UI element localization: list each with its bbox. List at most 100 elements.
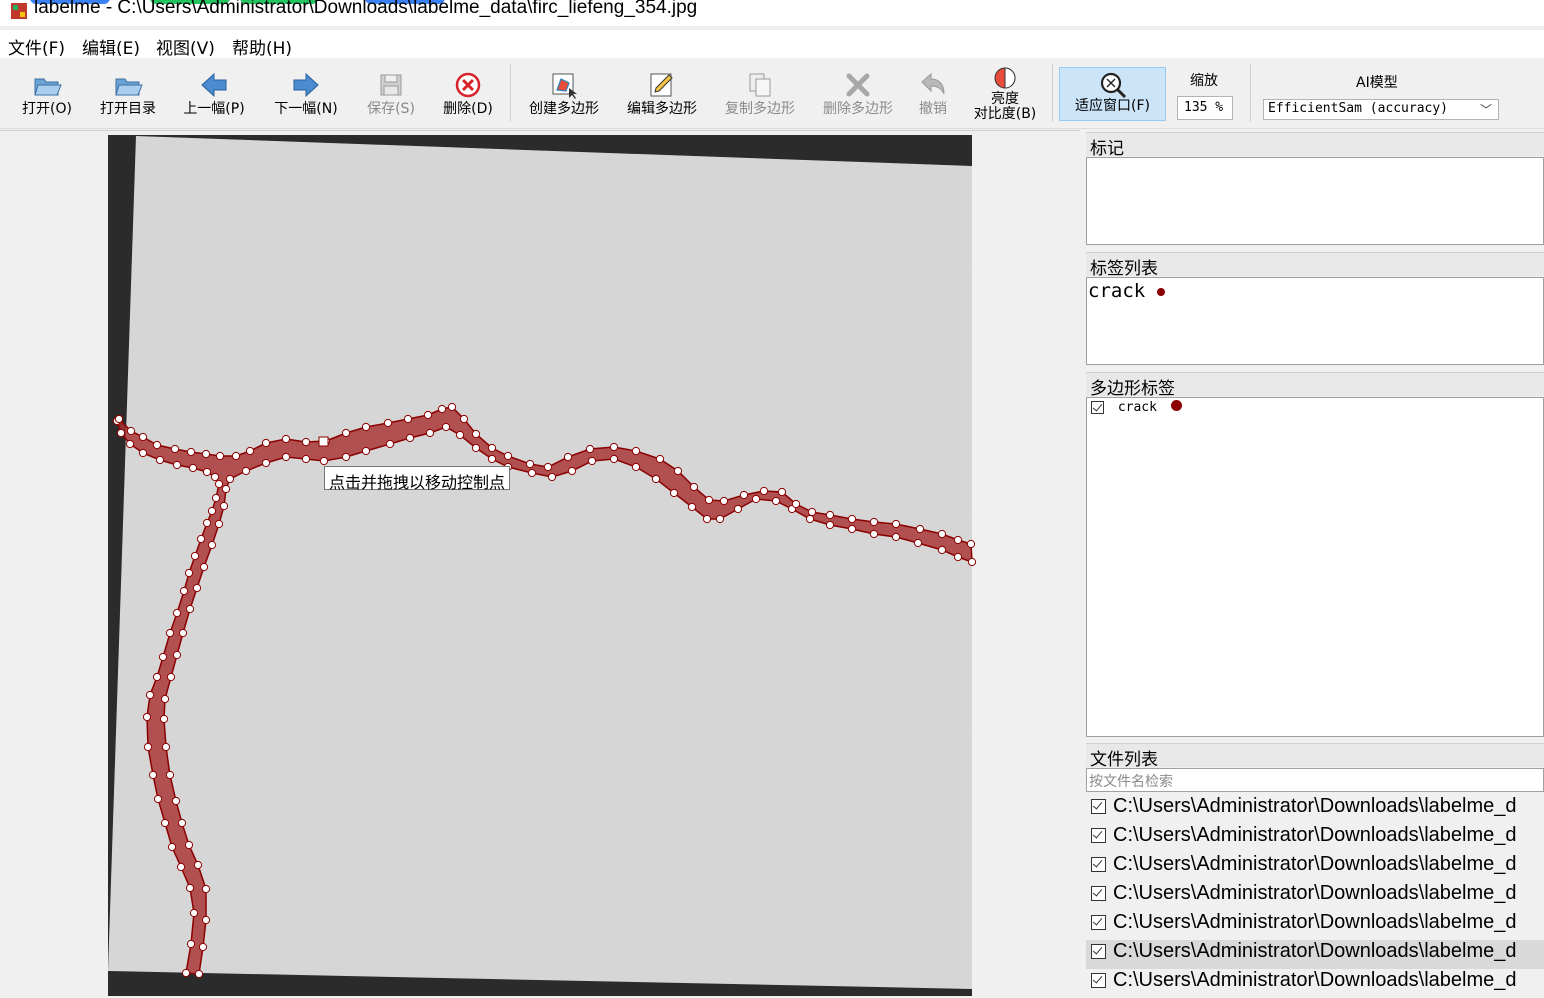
polygon-vertex-handle[interactable] [447,402,457,412]
polygon-vertex-handle[interactable] [455,430,465,440]
polygon-vertex-handle[interactable] [771,496,781,506]
polygon-vertex-handle[interactable] [487,454,497,464]
polygon-vertex-handle[interactable] [609,442,619,452]
polygon-vertex-handle[interactable] [503,451,513,461]
polygon-vertex-handle[interactable] [869,529,879,539]
polygon-vertex-handle[interactable] [185,604,195,614]
image-canvas[interactable] [0,131,1080,996]
polygon-vertex-handle[interactable] [201,915,211,925]
polygon-vertex-handle[interactable] [655,454,665,464]
polygon-vertex-handle[interactable] [148,770,158,780]
fit-window-button[interactable]: 适应窗口(F) [1059,67,1166,121]
polygon-vertex-handle[interactable] [937,545,947,555]
delete-file-button[interactable]: 删除(D) [436,64,500,126]
polygon-vertex-handle[interactable] [361,446,371,456]
polygon-vertex-handle[interactable] [585,444,595,454]
menu-edit[interactable]: 编辑(E) [82,34,140,59]
polygon-vertex-handle[interactable] [425,428,435,438]
polygon-vertex-handle[interactable] [241,466,251,476]
polygon-vertex-handle[interactable] [441,422,451,432]
polygon-vertex-handle[interactable] [184,840,194,850]
polygon-vertex-handle[interactable] [160,818,170,828]
polygon-vertex-handle[interactable] [739,490,749,500]
polygon-vertex-handle[interactable] [733,504,743,514]
polygon-vertex-handle[interactable] [891,519,901,529]
file-search-input[interactable]: 按文件名检索 [1086,768,1544,792]
polygon-vertex-handle[interactable] [869,517,879,527]
polygon-vertex-handle[interactable] [609,454,619,464]
file-list-item-selected[interactable]: C:\Users\Administrator\Downloads\labelme… [1086,940,1544,969]
polygon-vertex-handle[interactable] [715,514,725,524]
polygon-vertex-handle[interactable] [178,628,188,638]
polygon-vertex-handle[interactable] [825,520,835,530]
file-list-item[interactable]: C:\Users\Administrator\Downloads\labelme… [1086,795,1544,824]
polygon-vertex-handle[interactable] [189,908,199,918]
polygon-vertex-handle[interactable] [385,439,395,449]
menu-view[interactable]: 视图(V) [156,34,215,59]
polygon-vertex-handle[interactable] [967,557,977,567]
polygon-vertex-handle[interactable] [261,438,271,448]
polygon-vertex-handle[interactable] [186,939,196,949]
polygon-vertex-handle[interactable] [805,514,815,524]
polygon-vertex-handle[interactable] [702,514,712,524]
polygon-vertex-handle[interactable] [459,414,469,424]
polygon-vertex-handle[interactable] [301,437,311,447]
polygon-vertex-handle[interactable] [487,443,497,453]
polygon-vertex-handle[interactable] [186,447,196,457]
polygon-vertex-handle[interactable] [201,449,211,459]
polygon-vertex-handle[interactable] [138,432,148,442]
polygon-vertex-handle[interactable] [245,446,255,456]
polygon-vertex-handle[interactable] [155,455,165,465]
polygon-vertex-handle[interactable] [193,860,203,870]
polygon-vertex-handle[interactable] [915,524,925,534]
polygon-vertex-handle[interactable] [221,484,231,494]
polygon-vertex-handle[interactable] [199,562,209,572]
polygon-vertex-handle[interactable] [210,472,220,482]
polygon-vertex-handle[interactable] [547,472,557,482]
polygon-vertex-handle[interactable] [202,467,212,477]
polygon-vertex-handle[interactable] [176,862,186,872]
polygon-vertex-handle[interactable] [194,969,204,979]
polygon-vertex-handle[interactable] [214,479,224,489]
polygon-vertex-handle[interactable] [225,474,235,484]
polygon-vertex-handle[interactable] [143,742,153,752]
polygon-vertex-handle[interactable] [423,410,433,420]
polygon-vertex-handle[interactable] [125,439,135,449]
polygon-vertex-handle[interactable] [966,539,976,549]
open-button[interactable]: 打开(O) [14,64,80,126]
polygon-vertex-handle[interactable] [215,451,225,461]
polygon-vertex-handle[interactable] [219,501,229,511]
polygon-vertex-handle[interactable] [631,446,641,456]
polygon-vertex-handle[interactable] [704,495,714,505]
create-polygon-button[interactable]: 创建多边形 [520,64,608,126]
polygon-vertex-handle[interactable] [301,454,311,464]
polygon-vertex-handle[interactable] [172,650,182,660]
file-checkbox[interactable] [1091,944,1106,960]
polygon-vertex-handle[interactable] [847,524,857,534]
polygon-vertex-handle[interactable] [673,466,683,476]
save-button[interactable]: 保存(S) [358,64,424,126]
polygon-vertex-handle[interactable] [689,482,699,492]
polygon-vertex-handle[interactable] [179,586,189,596]
polygon-vertex-handle[interactable] [185,883,195,893]
polygon-vertex-handle[interactable] [152,672,162,682]
polygon-vertex-handle[interactable] [567,466,577,476]
file-checkbox[interactable] [1091,799,1106,815]
polygon-vertex-handle[interactable] [719,496,729,506]
polygon-vertex-handle[interactable] [190,551,200,561]
polygon-vertex-handle[interactable] [166,672,176,682]
file-checkbox[interactable] [1091,857,1106,873]
polygon-vertex-handle[interactable] [114,414,124,424]
polygon-vertex-handle[interactable] [471,443,481,453]
polygon-vertex-handle[interactable] [751,494,761,504]
polygon-vertex-handle[interactable] [891,532,901,542]
polygon-vertex-handle[interactable] [543,462,553,472]
polygon-vertex-handle[interactable] [361,422,371,432]
polygon-vertex-handle[interactable] [281,452,291,462]
polygon-vertex-handle[interactable] [167,842,177,852]
polygon-vertex-handle[interactable] [142,712,152,722]
file-list-item[interactable]: C:\Users\Administrator\Downloads\labelme… [1086,969,1544,998]
polygon-vertex-handle[interactable] [165,628,175,638]
undo-button[interactable]: 撤销 [908,64,958,126]
polygon-vertex-handle[interactable] [177,818,187,828]
